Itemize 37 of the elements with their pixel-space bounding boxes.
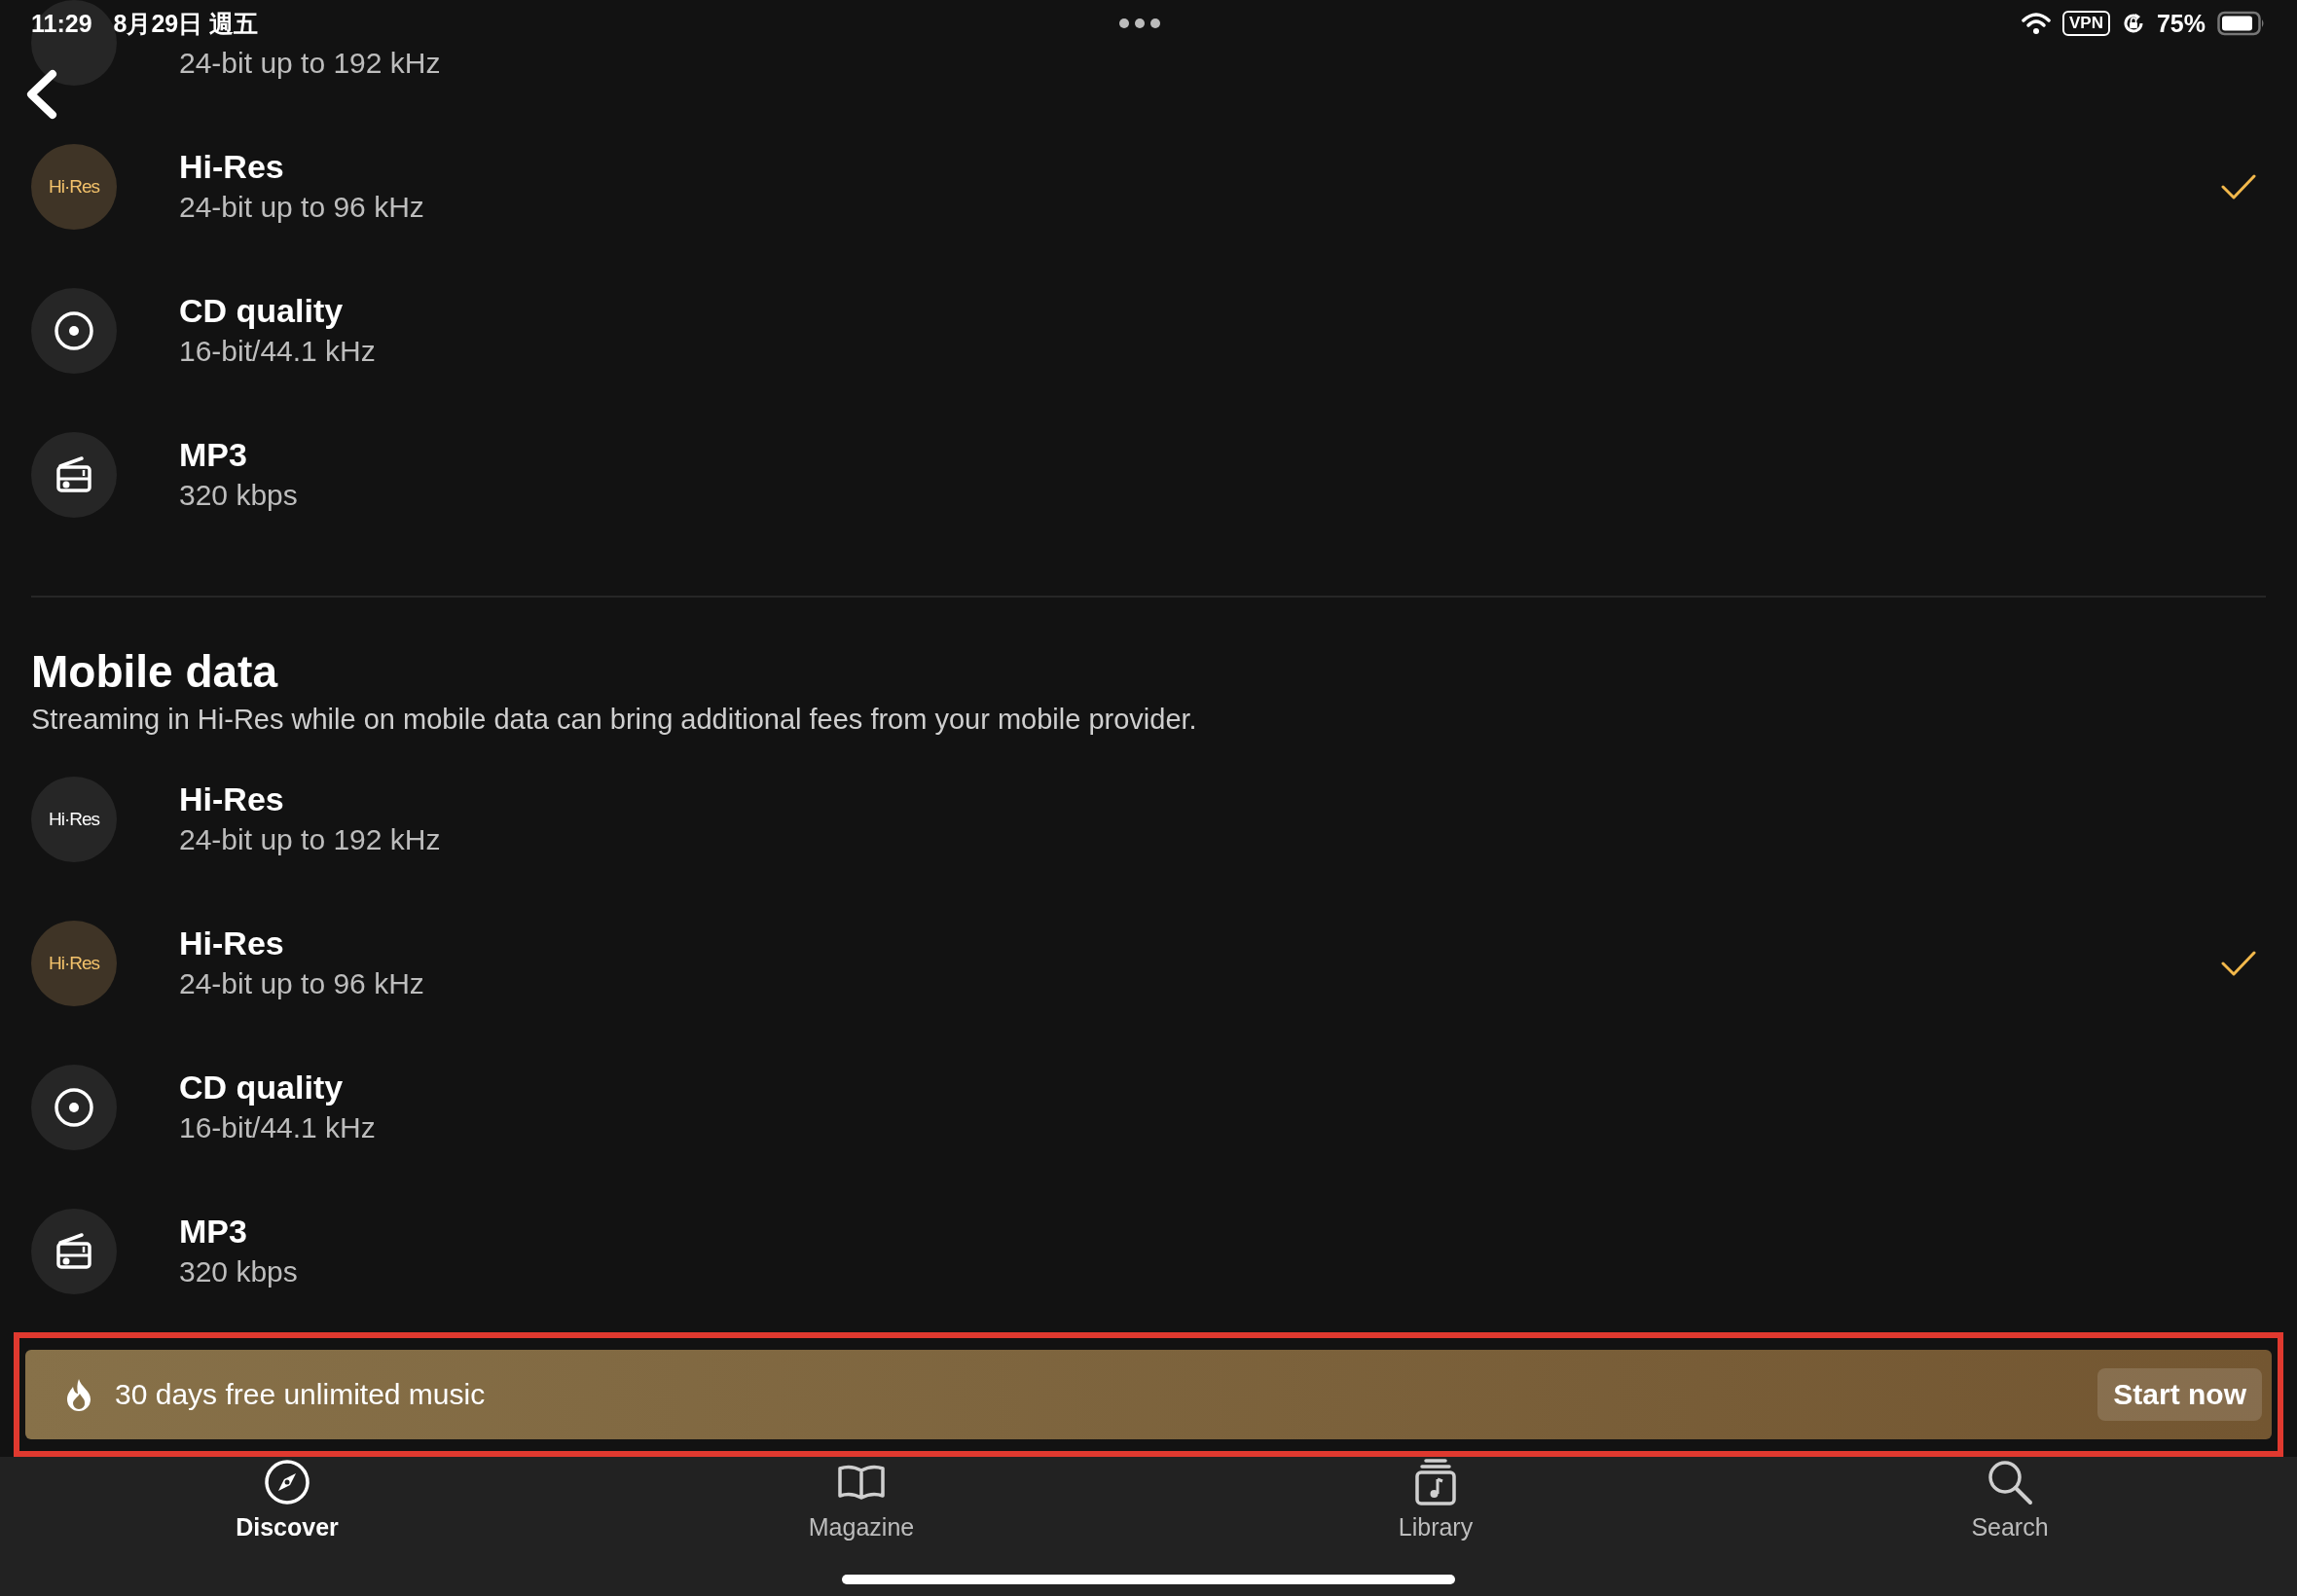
start-now-button[interactable]: Start now [2097, 1368, 2262, 1421]
tab-bar-item[interactable]: Library [1398, 1457, 1474, 1546]
option-subtitle: 16-bit/44.1 kHz [179, 334, 376, 369]
option-title[interactable]: CD quality [179, 290, 344, 331]
hi-res-badge: Hi·Res [31, 921, 117, 1006]
flame-icon [64, 1377, 93, 1412]
status-time: 11:29 [31, 9, 92, 38]
option-subtitle: 24-bit up to 96 kHz [179, 966, 424, 1001]
hi-res-badge: Hi·Res [31, 144, 117, 230]
option-subtitle: 320 kbps [179, 478, 298, 513]
option-title[interactable]: MP3 [179, 1211, 247, 1251]
option-subtitle: 24-bit up to 192 kHz [179, 46, 441, 81]
tab-bar-item[interactable]: Search [1971, 1457, 2049, 1546]
tab-bar-item[interactable]: Discover [236, 1457, 339, 1546]
option-title[interactable]: Hi-Res [179, 146, 284, 187]
banner-text: 30 days free unlimited music [115, 1378, 487, 1411]
battery-percent: 75% [2156, 9, 2206, 38]
option-subtitle: 24-bit up to 192 kHz [179, 822, 441, 857]
section-description: Streaming in Hi-Res while on mobile data can bring additional fees from your mobile provider. [31, 703, 1198, 737]
more-icon [1118, 18, 1162, 29]
option-title[interactable]: MP3 [179, 434, 247, 475]
wifi-icon [2022, 12, 2051, 35]
battery-icon [2217, 11, 2266, 36]
vpn-indicator: VPN [2062, 11, 2110, 36]
option-subtitle: 24-bit up to 96 kHz [179, 190, 424, 225]
section-title: Mobile data [31, 645, 279, 699]
option-title[interactable]: Hi-Res [179, 779, 284, 819]
tab-bar-item[interactable]: Magazine [808, 1457, 915, 1546]
rotation-lock-icon [2121, 12, 2145, 35]
option-subtitle: 16-bit/44.1 kHz [179, 1110, 376, 1145]
option-title[interactable]: Hi-Res [179, 923, 284, 963]
disc-icon [53, 1086, 95, 1129]
option-subtitle: 320 kbps [179, 1254, 298, 1289]
disc-icon [53, 309, 95, 352]
status-date: 8月29日 週五 [113, 8, 259, 39]
option-title[interactable]: CD quality [179, 1067, 344, 1107]
hi-res-badge: Hi·Res [31, 777, 117, 862]
